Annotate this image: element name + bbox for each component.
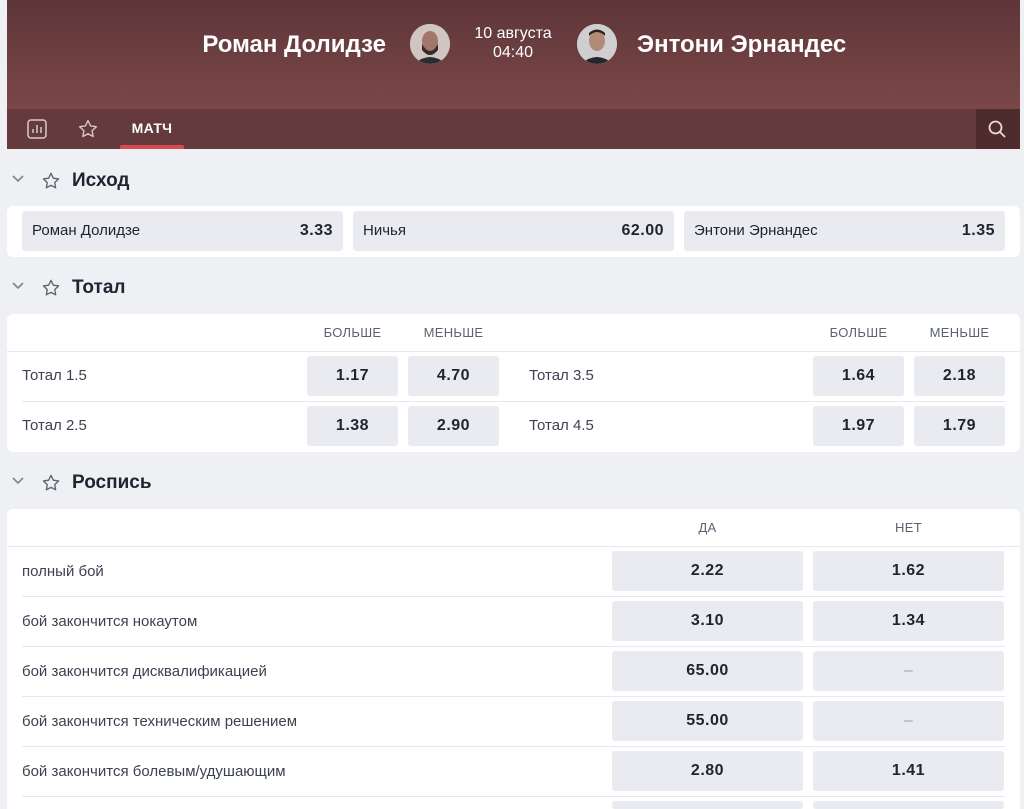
rospis-row-label: бой закончится болевым/удушающим — [22, 763, 286, 780]
match-date: 10 августа — [474, 25, 552, 42]
outcome-section-header[interactable]: Исход — [7, 162, 1020, 198]
outcome-option-draw[interactable]: Ничья 62.00 — [353, 211, 674, 251]
rospis-card: ДА НЕТ полный бой 2.22 1.62 бой закончит… — [7, 509, 1020, 809]
rospis-section-header[interactable]: Роспись — [7, 464, 1020, 500]
favorite-star-icon[interactable] — [41, 278, 61, 298]
match-datetime: 10 августа 04:40 — [453, 24, 573, 62]
rospis-row-label: бой закончится дисквалификацией — [22, 663, 267, 680]
divider — [7, 546, 1020, 547]
rospis-row-label: бой закончится нокаутом — [22, 613, 198, 630]
over-column-header: БОЛЬШЕ — [829, 325, 888, 340]
total-card: БОЛЬШЕ МЕНЬШЕ БОЛЬШЕ МЕНЬШЕ Тотал 1.5 1.… — [7, 314, 1020, 452]
outcome-card: Роман Долидзе 3.33 Ничья 62.00 Энтони Эр… — [7, 206, 1020, 257]
total-over-odds[interactable]: 1.97 — [813, 406, 904, 446]
fighter-left-name[interactable]: Роман Долидзе — [202, 31, 386, 59]
rospis-no-odds-unavailable: – — [813, 651, 1004, 691]
total-row-label: Тотал 1.5 — [22, 367, 87, 384]
match-header: Роман Долидзе 10 августа 04:40 Энтони Эр… — [7, 0, 1020, 109]
rospis-row-label: бой закончится техническим решением — [22, 713, 298, 730]
tab-match-label: МАТЧ — [131, 120, 173, 136]
total-row-label: Тотал 2.5 — [22, 417, 87, 434]
rospis-no-odds-partial[interactable] — [813, 801, 1004, 809]
under-column-header: МЕНЬШЕ — [929, 325, 990, 340]
divider — [22, 796, 1005, 797]
outcome-option-label: Энтони Эрнандес — [694, 222, 818, 239]
rospis-yes-odds[interactable]: 2.80 — [612, 751, 803, 791]
fighter-left-avatar[interactable] — [410, 24, 450, 64]
divider — [22, 401, 1005, 402]
chevron-down-icon[interactable] — [11, 281, 25, 291]
total-under-odds[interactable]: 2.90 — [408, 406, 499, 446]
total-over-odds[interactable]: 1.38 — [307, 406, 398, 446]
divider — [22, 696, 1005, 697]
divider — [7, 351, 1020, 352]
rospis-no-odds-unavailable: – — [813, 701, 1004, 741]
rospis-yes-odds[interactable]: 3.10 — [612, 601, 803, 641]
outcome-option-left[interactable]: Роман Долидзе 3.33 — [22, 211, 343, 251]
total-over-odds[interactable]: 1.64 — [813, 356, 904, 396]
total-section-title: Тотал — [72, 277, 126, 298]
rospis-yes-odds-partial[interactable] — [612, 801, 803, 809]
favorite-star-icon[interactable] — [41, 473, 61, 493]
total-section-header[interactable]: Тотал — [7, 269, 1020, 305]
divider — [22, 646, 1005, 647]
over-column-header: БОЛЬШЕ — [323, 325, 382, 340]
active-tab-indicator — [120, 145, 184, 149]
fighter-right-name[interactable]: Энтони Эрнандес — [637, 31, 846, 59]
total-row-label: Тотал 3.5 — [529, 367, 594, 384]
rospis-section-title: Роспись — [72, 472, 152, 493]
match-time: 04:40 — [492, 44, 534, 61]
total-row-label: Тотал 4.5 — [529, 417, 594, 434]
divider — [22, 596, 1005, 597]
tab-match[interactable]: МАТЧ — [120, 109, 184, 149]
match-navbar: МАТЧ — [7, 109, 1020, 149]
yes-column-header: ДА — [698, 520, 717, 535]
total-over-odds[interactable]: 1.17 — [307, 356, 398, 396]
rospis-no-odds[interactable]: 1.62 — [813, 551, 1004, 591]
search-icon — [988, 120, 1006, 138]
under-column-header: МЕНЬШЕ — [423, 325, 484, 340]
outcome-option-odds: 1.35 — [961, 222, 995, 239]
no-column-header: НЕТ — [895, 520, 922, 535]
outcome-option-label: Ничья — [363, 222, 406, 239]
rospis-yes-odds[interactable]: 2.22 — [612, 551, 803, 591]
favorite-star-icon[interactable] — [77, 118, 99, 140]
divider — [22, 746, 1005, 747]
total-under-odds[interactable]: 1.79 — [914, 406, 1005, 446]
favorite-star-icon[interactable] — [41, 171, 61, 191]
fighter-right-avatar[interactable] — [577, 24, 617, 64]
rospis-yes-odds[interactable]: 55.00 — [612, 701, 803, 741]
total-under-odds[interactable]: 2.18 — [914, 356, 1005, 396]
rospis-yes-odds[interactable]: 65.00 — [612, 651, 803, 691]
rospis-row-label: полный бой — [22, 563, 104, 580]
outcome-section-title: Исход — [72, 170, 130, 191]
total-under-odds[interactable]: 4.70 — [408, 356, 499, 396]
rospis-no-odds[interactable]: 1.34 — [813, 601, 1004, 641]
chevron-down-icon[interactable] — [11, 174, 25, 184]
rospis-no-odds[interactable]: 1.41 — [813, 751, 1004, 791]
statistics-icon[interactable] — [26, 118, 48, 140]
outcome-option-odds: 3.33 — [299, 222, 333, 239]
chevron-down-icon[interactable] — [11, 476, 25, 486]
outcome-option-right[interactable]: Энтони Эрнандес 1.35 — [684, 211, 1005, 251]
outcome-option-label: Роман Долидзе — [32, 222, 141, 239]
search-button[interactable] — [976, 109, 1020, 149]
outcome-option-odds: 62.00 — [621, 222, 664, 239]
